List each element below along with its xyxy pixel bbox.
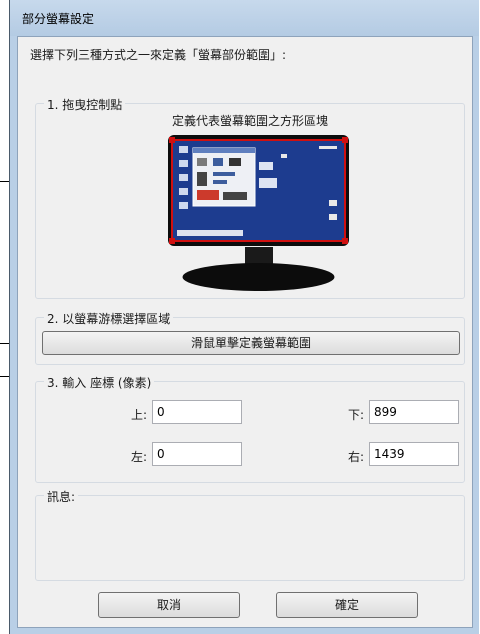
- drag-handles-group: 1. 拖曳控制點 定義代表螢幕範圍之方形區塊: [35, 96, 465, 299]
- right-input[interactable]: [369, 442, 459, 466]
- left-input[interactable]: [152, 442, 242, 466]
- app-window-titlebar: [193, 148, 255, 153]
- message-group: 訊息:: [35, 488, 465, 581]
- desktop-icon: [179, 160, 188, 167]
- window-title: 部分螢幕設定: [22, 12, 95, 26]
- title-bar: 部分螢幕設定: [10, 0, 479, 36]
- monitor-neck: [245, 247, 273, 265]
- monitor-preview[interactable]: [167, 134, 350, 294]
- app-window-thumb: [229, 158, 241, 166]
- desktop-mark: [329, 200, 337, 206]
- top-label: 上:: [131, 408, 148, 422]
- drag-handles-label: 1. 拖曳控制點: [44, 96, 126, 113]
- selection-handle-top-right: [342, 137, 348, 143]
- app-window-thumb: [213, 158, 223, 166]
- desktop-mark: [319, 146, 337, 149]
- monitor-base: [182, 263, 335, 291]
- cancel-button[interactable]: 取消: [98, 592, 240, 618]
- desktop-mark: [329, 214, 337, 220]
- desktop-icon: [179, 188, 188, 195]
- desktop-icon: [179, 174, 188, 181]
- cursor-select-label: 2. 以螢幕游標選擇區域: [44, 310, 174, 327]
- app-window-thumb: [197, 190, 219, 200]
- bottom-label: 下:: [348, 408, 365, 422]
- desktop-widget: [259, 162, 273, 170]
- coordinates-label: 3. 輸入 座標 (像素): [44, 374, 155, 391]
- desktop-icon: [179, 146, 188, 153]
- instruction-text: 選擇下列三種方式之一來定義「螢幕部份範圍」:: [30, 48, 287, 62]
- cursor-select-group: 2. 以螢幕游標選擇區域 滑鼠單擊定義螢幕範圍: [35, 310, 465, 365]
- app-window-thumb: [223, 192, 247, 200]
- app-window-bar: [213, 172, 235, 176]
- taskbar-strip: [177, 230, 243, 236]
- bottom-input[interactable]: [369, 400, 459, 424]
- app-window-thumb: [197, 172, 207, 186]
- drag-handles-subtitle: 定義代表螢幕範圍之方形區塊: [171, 114, 328, 128]
- app-window-thumb: [197, 158, 207, 166]
- ok-button[interactable]: 確定: [276, 592, 418, 618]
- selection-handle-top-left: [169, 137, 175, 143]
- selection-handle-bottom-left: [169, 238, 175, 244]
- coordinates-group: 3. 輸入 座標 (像素) 上: 下: 左: 右:: [35, 374, 465, 483]
- selection-handle-bottom-right: [342, 238, 348, 244]
- partial-screen-dialog: 部分螢幕設定 選擇下列三種方式之一來定義「螢幕部份範圍」: 1. 拖曳控制點 定…: [9, 0, 479, 634]
- message-label: 訊息:: [44, 488, 79, 505]
- top-input[interactable]: [152, 400, 242, 424]
- desktop-widget: [259, 178, 277, 188]
- right-label: 右:: [348, 450, 365, 464]
- define-area-button[interactable]: 滑鼠單擊定義螢幕範圍: [42, 331, 460, 355]
- app-window-bar: [213, 180, 227, 184]
- desktop-mark: [281, 154, 287, 158]
- left-label: 左:: [131, 450, 148, 464]
- dialog-content: 選擇下列三種方式之一來定義「螢幕部份範圍」: 1. 拖曳控制點 定義代表螢幕範圍…: [17, 36, 473, 628]
- desktop-icon: [179, 202, 188, 209]
